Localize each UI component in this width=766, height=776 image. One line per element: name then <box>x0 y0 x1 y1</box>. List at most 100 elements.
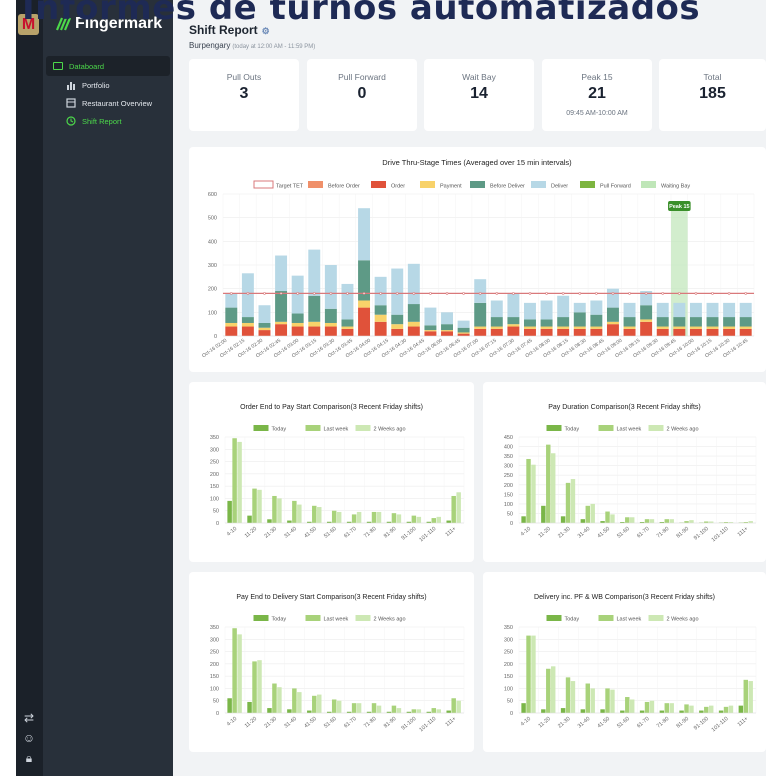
y-tick-label: 150 <box>504 674 513 680</box>
bar <box>436 516 441 523</box>
bar-segment <box>557 328 570 336</box>
kpi-pull-outs: Pull Outs 3 <box>189 59 299 131</box>
bar <box>247 701 252 713</box>
legend-label: Waiting Bay <box>661 184 690 190</box>
x-tick-label: 11-20 <box>538 716 552 729</box>
y-tick-label: 350 <box>210 435 219 441</box>
nav-restaurant-overview[interactable]: Restaurant Overview <box>46 93 170 113</box>
y-tick-label: 250 <box>210 650 219 656</box>
bar <box>610 514 615 523</box>
bar <box>267 708 272 713</box>
x-tick-label: 51-60 <box>323 716 338 730</box>
bar-segment <box>557 317 570 327</box>
x-tick-label: 81-90 <box>383 526 398 540</box>
bar <box>371 511 377 523</box>
swap-icon[interactable]: ⇄ <box>22 711 36 725</box>
y-tick-label: 100 <box>504 502 513 508</box>
y-tick-label: 450 <box>504 435 513 441</box>
kpi-total: Total 185 <box>659 59 766 131</box>
nav-databoard[interactable]: Databoard <box>46 56 170 76</box>
bar-segment <box>706 302 719 318</box>
kpi-label: Wait Bay <box>462 72 496 82</box>
kpi-label: Pull Forward <box>338 72 386 82</box>
bar <box>580 709 586 713</box>
y-tick-label: 0 <box>510 521 513 527</box>
x-tick-label: 101-110 <box>711 526 730 543</box>
bar-segment <box>457 332 470 334</box>
target-point <box>694 292 698 295</box>
lock-icon[interactable]: 🔒︎ <box>22 751 36 765</box>
target-point <box>512 292 515 295</box>
bar-segment <box>490 317 503 327</box>
bar-segment <box>358 307 371 336</box>
kpi-pull-forward: Pull Forward 0 <box>307 59 417 131</box>
bar <box>376 705 382 713</box>
monitor-icon <box>53 62 63 70</box>
legend-label: 2 Weeks ago <box>374 617 406 623</box>
target-point <box>528 292 532 295</box>
peak-label: Peak 15 <box>669 204 690 210</box>
bar <box>629 517 635 523</box>
bar-segment <box>689 326 702 329</box>
y-tick-label: 500 <box>208 216 217 222</box>
bar-segment <box>507 317 520 325</box>
legend-swatch <box>355 425 371 431</box>
clock-icon <box>66 116 76 126</box>
bar <box>605 688 610 713</box>
bar <box>531 635 536 713</box>
bar-segment <box>689 302 702 318</box>
y-tick-label: 600 <box>208 192 217 198</box>
user-icon[interactable]: ☺ <box>22 731 36 745</box>
bar <box>546 668 551 713</box>
bar <box>649 700 655 713</box>
chart-title: Order End to Pay Start Comparison(3 Rece… <box>240 404 423 411</box>
bar-segment <box>474 302 487 327</box>
kpi-value: 0 <box>357 85 367 102</box>
bar <box>277 687 282 713</box>
bar-segment <box>457 333 470 336</box>
bar-segment <box>407 304 420 322</box>
bar-segment <box>424 325 437 331</box>
bar <box>396 514 402 523</box>
legend-label: Today <box>565 427 580 433</box>
target-point <box>545 292 548 295</box>
order-pay-chart: Order End to Pay Start Comparison(3 Rece… <box>210 404 465 543</box>
x-tick-label: 31-40 <box>283 716 298 730</box>
target-point <box>362 292 366 295</box>
bar <box>684 704 689 713</box>
y-tick-label: 400 <box>504 445 513 451</box>
bar-segment <box>391 268 404 315</box>
x-tick-label: 91-100 <box>401 716 418 732</box>
bar <box>446 520 451 523</box>
bar <box>644 519 650 523</box>
target-point <box>445 292 449 295</box>
bar <box>297 692 302 713</box>
bar-segment <box>341 319 354 327</box>
bar-segment <box>573 326 586 329</box>
bar-segment <box>391 328 404 336</box>
chart-title: Drive Thru-Stage Times (Averaged over 15… <box>382 158 572 167</box>
x-tick-label: 61-70 <box>636 526 651 540</box>
bar <box>257 660 262 713</box>
bar <box>317 694 322 713</box>
bar <box>391 705 397 713</box>
date-range: (today at 12:00 AM - 11:59 PM) <box>232 44 316 50</box>
bar-segment <box>424 307 437 326</box>
bar <box>317 507 322 523</box>
bar <box>610 689 615 713</box>
nav-shift-report[interactable]: Shift Report <box>46 111 170 131</box>
bar-segment <box>590 314 603 327</box>
legend-swatch <box>305 425 321 431</box>
kpi-value: 21 <box>588 85 606 102</box>
legend-label: Last week <box>324 617 349 623</box>
bar-segment <box>540 319 553 327</box>
legend-label: Before Order <box>328 184 360 190</box>
bar <box>257 489 262 523</box>
bar <box>456 700 461 713</box>
bar <box>689 520 694 523</box>
bar <box>728 705 734 713</box>
bar-segment <box>241 317 254 323</box>
nav-portfolio[interactable]: Portfolio <box>46 75 170 95</box>
bar-segment <box>457 320 470 328</box>
bar <box>565 677 571 713</box>
